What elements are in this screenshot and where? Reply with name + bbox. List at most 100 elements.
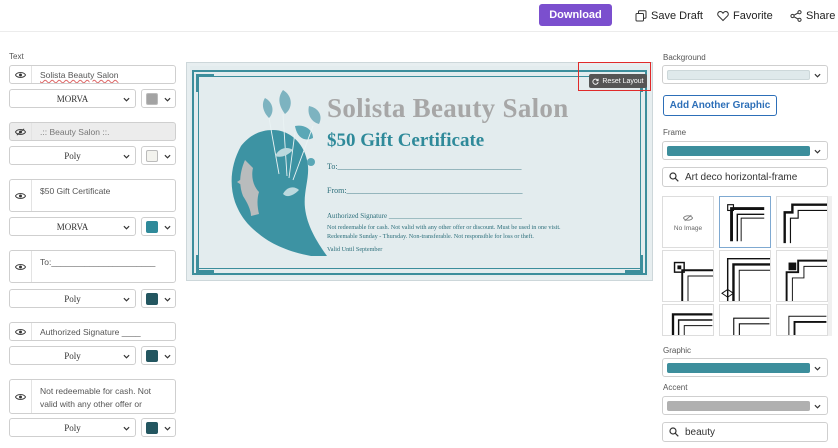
- certificate-subtitle[interactable]: $50 Gift Certificate: [327, 130, 484, 152]
- frame-search[interactable]: [662, 167, 828, 187]
- fine-print-line-1: Not redeemable for cash. Not valid with …: [327, 224, 561, 231]
- text-layer-input[interactable]: Not redeemable for cash. Not valid with …: [32, 380, 175, 413]
- frame-color-select[interactable]: [662, 141, 828, 160]
- color-select[interactable]: [141, 217, 176, 236]
- frame-corner: [196, 74, 214, 92]
- frame-tile[interactable]: [719, 250, 771, 302]
- color-swatch: [667, 401, 810, 411]
- save-draft-label: Save Draft: [651, 10, 703, 22]
- color-select[interactable]: [141, 146, 176, 165]
- eye-off-icon[interactable]: [10, 123, 32, 140]
- accent-label: Accent: [663, 383, 688, 392]
- eye-icon[interactable]: [10, 251, 32, 282]
- heart-icon: [717, 10, 729, 22]
- highlight-box: [578, 62, 651, 91]
- chevron-down-icon: [164, 426, 171, 431]
- graphic-color-select[interactable]: [662, 358, 828, 377]
- art-deco-frame-thumbnail: [727, 204, 765, 242]
- font-select[interactable]: Poly: [9, 289, 136, 308]
- text-layer-input[interactable]: .:: Beauty Salon ::.: [32, 123, 175, 140]
- no-image-icon: [683, 214, 693, 221]
- color-select[interactable]: [141, 346, 176, 365]
- frame-search-input[interactable]: [685, 171, 825, 183]
- font-select[interactable]: Poly: [9, 346, 136, 365]
- text-layer-2[interactable]: .:: Beauty Salon ::.: [9, 122, 176, 141]
- gift-certificate: Reset Layout Solista Beauty Salon $50 Gi…: [190, 66, 649, 277]
- beauty-woman-graphic: [231, 90, 327, 256]
- font-select[interactable]: Poly: [9, 146, 136, 165]
- certificate-to-line[interactable]: To:_____________________________________…: [327, 162, 522, 171]
- font-select[interactable]: Poly: [9, 418, 136, 437]
- art-deco-frame-thumbnail: [785, 259, 827, 301]
- text-layer-input[interactable]: Solista Beauty Salon: [32, 66, 175, 83]
- copy-icon: [635, 10, 647, 22]
- top-toolbar: Download Save Draft Favorite Share: [0, 0, 838, 32]
- graphic-search-input[interactable]: [685, 426, 825, 438]
- color-swatch: [146, 293, 158, 305]
- eye-icon[interactable]: [10, 380, 32, 413]
- chevron-down-icon: [814, 404, 821, 409]
- text-layer-4[interactable]: To:______________________: [9, 250, 176, 283]
- art-deco-frame-thumbnail: [671, 313, 713, 335]
- frame-tile-no-image[interactable]: No Image: [662, 196, 714, 248]
- art-deco-frame-thumbnail: [788, 315, 827, 335]
- save-draft-button[interactable]: Save Draft: [635, 8, 703, 24]
- text-layer-3[interactable]: $50 Gift Certificate: [9, 179, 176, 212]
- frame-tile[interactable]: [776, 304, 828, 336]
- chevron-down-icon: [814, 366, 821, 371]
- color-swatch: [146, 422, 158, 434]
- fine-print-line-2: Redeemable Sunday - Thursday. Non-transf…: [327, 232, 534, 240]
- chevron-down-icon: [123, 97, 130, 102]
- frame-tile-selected[interactable]: [719, 196, 771, 248]
- chevron-down-icon: [164, 97, 171, 102]
- background-label: Background: [663, 53, 706, 62]
- chevron-down-icon: [123, 426, 130, 431]
- eye-icon[interactable]: [10, 323, 32, 340]
- color-swatch: [146, 221, 158, 233]
- frame-tile[interactable]: [776, 250, 828, 302]
- graphic-search[interactable]: [662, 422, 828, 442]
- share-button[interactable]: Share: [790, 8, 835, 24]
- frame-label: Frame: [663, 128, 687, 137]
- background-color-select[interactable]: [662, 65, 828, 84]
- eye-icon[interactable]: [10, 66, 32, 83]
- frame-tile[interactable]: [662, 250, 714, 302]
- frame-tile[interactable]: [719, 304, 771, 336]
- color-select[interactable]: [141, 418, 176, 437]
- favorite-label: Favorite: [733, 10, 773, 22]
- design-canvas[interactable]: Reset Layout Solista Beauty Salon $50 Gi…: [186, 62, 653, 281]
- search-icon: [669, 172, 679, 182]
- color-select[interactable]: [141, 289, 176, 308]
- graphic-label: Graphic: [663, 346, 692, 355]
- text-layer-1[interactable]: Solista Beauty Salon: [9, 65, 176, 84]
- color-swatch: [146, 150, 158, 162]
- text-layer-input[interactable]: $50 Gift Certificate: [32, 180, 175, 211]
- color-select[interactable]: [141, 89, 176, 108]
- chevron-down-icon: [814, 149, 821, 154]
- certificate-from-line[interactable]: From:___________________________________…: [327, 186, 523, 195]
- certificate-title[interactable]: Solista Beauty Salon: [327, 93, 569, 124]
- text-layer-6[interactable]: Not redeemable for cash. Not valid with …: [9, 379, 176, 414]
- download-button[interactable]: Download: [539, 4, 612, 26]
- eye-icon[interactable]: [10, 180, 32, 211]
- frame-tile[interactable]: [776, 196, 828, 248]
- add-another-graphic-button[interactable]: Add Another Graphic: [663, 95, 777, 116]
- chevron-down-icon: [164, 297, 171, 302]
- font-select[interactable]: MORVA: [9, 89, 136, 108]
- font-select[interactable]: MORVA: [9, 217, 136, 236]
- search-icon: [669, 427, 679, 437]
- favorite-button[interactable]: Favorite: [717, 8, 773, 24]
- chevron-down-icon: [123, 297, 130, 302]
- certificate-signature-line[interactable]: Authorized Signature ___________________…: [327, 212, 522, 220]
- certificate-fine-print[interactable]: Not redeemable for cash. Not valid with …: [327, 224, 627, 255]
- text-layer-input[interactable]: To:______________________: [32, 251, 175, 282]
- frame-corner: [625, 255, 643, 273]
- text-section-title: Text: [9, 52, 24, 61]
- text-layer-5[interactable]: Authorized Signature ____: [9, 322, 176, 341]
- frame-tiles-scrollbar[interactable]: [828, 196, 832, 336]
- chevron-down-icon: [123, 154, 130, 159]
- color-swatch: [146, 93, 158, 105]
- text-layer-input[interactable]: Authorized Signature ____: [32, 323, 175, 340]
- accent-color-select[interactable]: [662, 396, 828, 415]
- frame-tile[interactable]: [662, 304, 714, 336]
